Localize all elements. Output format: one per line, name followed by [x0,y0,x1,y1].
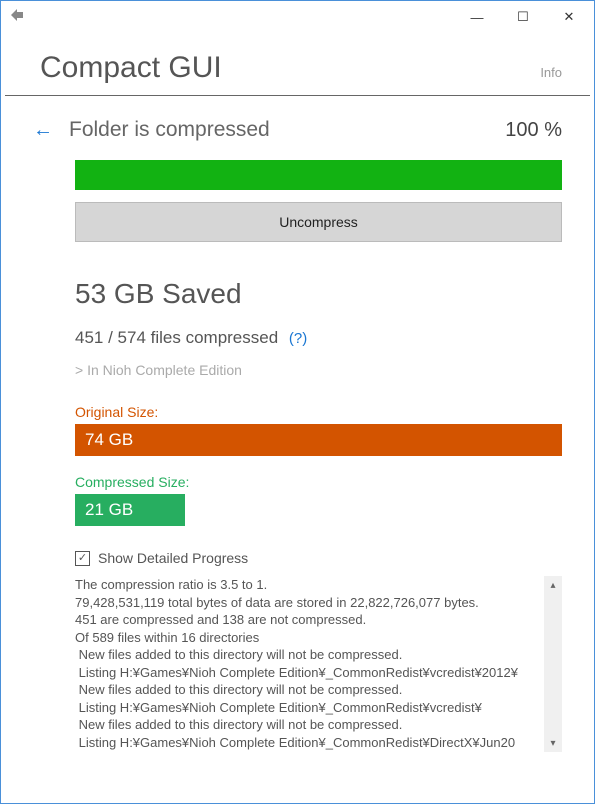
uncompress-button[interactable]: Uncompress [75,202,562,242]
maximize-button[interactable]: ☐ [500,2,546,32]
scroll-down-icon[interactable]: ▾ [544,734,562,752]
original-size-label: Original Size: [75,404,562,420]
detailed-progress-label: Show Detailed Progress [98,550,248,566]
checkbox-icon[interactable]: ✓ [75,551,90,566]
status-row: ← Folder is compressed 100 % [33,118,562,142]
app-title: Compact GUI [40,51,222,85]
folder-expander[interactable]: > In Nioh Complete Edition [75,362,562,378]
saved-heading: 53 GB Saved [75,278,562,310]
files-count: 451 / 574 files compressed [75,328,278,347]
app-icon [9,7,25,23]
status-text: Folder is compressed [69,118,489,142]
compressed-size-value: 21 GB [85,500,133,520]
back-arrow-icon[interactable]: ← [33,120,53,140]
percent-value: 100 % [505,119,562,142]
titlebar: — ☐ ✕ [1,1,594,33]
compressed-size-bar: 21 GB [75,494,185,526]
original-size-bar: 74 GB [75,424,562,456]
original-size-value: 74 GB [85,430,133,450]
detailed-progress-toggle[interactable]: ✓ Show Detailed Progress [75,550,562,566]
files-compressed: 451 / 574 files compressed (?) [75,328,562,348]
header: Compact GUI Info [5,33,590,96]
log-output: The compression ratio is 3.5 to 1. 79,42… [75,576,542,752]
close-button[interactable]: ✕ [546,2,592,32]
minimize-button[interactable]: — [454,2,500,32]
scrollbar[interactable]: ▴ ▾ [544,576,562,752]
scroll-up-icon[interactable]: ▴ [544,576,562,594]
progress-bar [75,160,562,190]
info-link[interactable]: Info [540,65,562,80]
help-icon[interactable]: (?) [289,330,307,347]
compressed-size-label: Compressed Size: [75,474,562,490]
